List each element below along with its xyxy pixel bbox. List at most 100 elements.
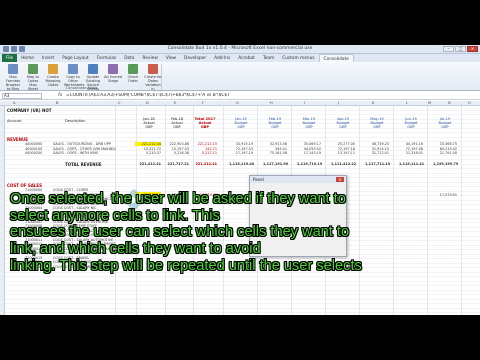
ribbon-button-4[interactable]: Copy to Other Worksheets — [64, 64, 84, 87]
period-header: Jan-18 Actual GBP — [135, 117, 163, 129]
ribbon-button-label: Check Order — [127, 75, 139, 83]
period-header-line3: GBP — [339, 125, 347, 129]
cell-value[interactable]: 222,903.86 — [165, 142, 189, 146]
ribbon-button-2[interactable]: Map to Codes Map Sheet — [24, 64, 42, 91]
cell-value[interactable]: 31,712.41 — [365, 151, 389, 155]
period-header-line3: GBP — [305, 125, 313, 129]
column-header-i[interactable]: I — [304, 101, 305, 105]
fx-icon[interactable]: fx — [58, 93, 62, 98]
account-description: SALES - OOPS - WITH VINS — [53, 151, 99, 155]
account-code: 40000200 — [25, 151, 43, 155]
cell-value[interactable]: 13,197.11 — [331, 151, 355, 155]
cell-value[interactable]: 5,217.11 — [193, 151, 217, 155]
cell-value[interactable]: 21,791.00 — [433, 151, 457, 155]
period-header: Jul-19 Budget GBP — [431, 117, 459, 129]
period-header-line3: GBP — [237, 125, 245, 129]
tab-view[interactable]: View — [162, 54, 180, 62]
column-header-m[interactable]: M — [428, 101, 431, 105]
total-revenue-value: 1,117,711.19 — [365, 162, 391, 166]
ribbon-button-5[interactable]: Update Existing Source Sheets — [84, 64, 102, 91]
cell-value[interactable]: 17,143.19 — [297, 151, 321, 155]
ribbon-button-6[interactable]: Ad Sumed Stage — [104, 64, 122, 83]
maximize-button[interactable]: □ — [455, 46, 466, 52]
total-revenue-value: 1,115,119.40 — [229, 162, 255, 166]
caption-line-5: linking. This step will be repeated unti… — [10, 257, 362, 274]
column-header-l[interactable]: L — [406, 101, 408, 105]
column-header-f[interactable]: F — [202, 101, 204, 105]
cell-value[interactable]: 5,210.37 — [137, 151, 161, 155]
tab-custom-menus[interactable]: Custom menus — [278, 54, 318, 62]
column-header-c[interactable]: C — [118, 101, 120, 105]
period-header-line3: GBP — [200, 125, 210, 129]
cell-value[interactable]: 44,059.92 — [297, 147, 321, 151]
cell-value[interactable]: 5,216.38 — [165, 151, 189, 155]
ribbon-button-label: Map to Codes Map Sheet — [26, 75, 39, 91]
tab-review[interactable]: Review — [139, 54, 162, 62]
account-header: Account — [7, 119, 22, 123]
name-box[interactable]: A3 — [2, 93, 42, 99]
column-header-g[interactable]: G — [236, 101, 239, 105]
tab-acrobat[interactable]: Acrobat — [234, 54, 259, 62]
cell-value[interactable]: 72,197.16 — [331, 147, 355, 151]
cell-value[interactable]: 17,197.19 — [229, 151, 253, 155]
cell-value[interactable]: 33,915.19 — [229, 142, 253, 146]
column-header-d[interactable]: D — [146, 101, 149, 105]
column-header-j[interactable]: J — [338, 101, 339, 105]
column-header-a[interactable]: A — [13, 101, 15, 105]
tab-page-layout[interactable]: Page Layout — [58, 54, 92, 62]
dialog-close-button[interactable]: ✕ — [336, 177, 344, 182]
cell-value[interactable]: 44,191.16 — [399, 142, 423, 146]
period-header-line3: GBP — [373, 125, 381, 129]
cell-value[interactable]: 15,197.53 — [165, 147, 189, 151]
tab-insert[interactable]: Insert — [38, 54, 58, 62]
ribbon-button-3[interactable]: Create Mapping Codes — [44, 64, 62, 87]
tab-add-ins[interactable]: Add-Ins — [210, 54, 234, 62]
column-header-o[interactable]: O — [468, 101, 471, 105]
cell-value[interactable]: 142.71 — [193, 147, 217, 151]
copy-icon — [68, 64, 78, 74]
period-header: Feb-19 Budget GBP — [261, 117, 289, 129]
map-sheet-icon — [28, 64, 38, 74]
total-revenue-value: 221,412.41 — [139, 162, 161, 166]
cell-value[interactable]: 15,221.72 — [137, 147, 161, 151]
tab-team[interactable]: Team — [259, 54, 278, 62]
tab-developer[interactable]: Developer — [180, 54, 210, 62]
formula-input[interactable]: =COUNTIF(A$3:A3,A3)+SUM('COMB'!$C$7:$C$7… — [66, 93, 478, 99]
tab-consolidate[interactable]: Consolidate — [318, 54, 354, 62]
tab-file[interactable]: File — [2, 54, 18, 62]
tab-formulas[interactable]: Formulas — [93, 54, 121, 62]
ribbon-button-label: Update Existing Source Sheets — [86, 75, 100, 91]
total-revenue-value: 221,717.21 — [167, 162, 189, 166]
total-revenue-value: 1,111,412.22 — [331, 162, 357, 166]
ribbon-button-1[interactable]: Map Formats Browser to Files — [4, 64, 22, 91]
cell-value[interactable]: 31,914.15 — [365, 147, 389, 151]
column-header-b[interactable]: B — [56, 101, 58, 105]
close-button[interactable]: ✕ — [467, 46, 478, 52]
title-bar: Consolidate Bud 1x v1.0.4 - Microsoft Ex… — [0, 45, 480, 54]
cell-value[interactable]: 72,197.53 — [229, 147, 253, 151]
column-header-h[interactable]: H — [270, 101, 273, 105]
cell-value[interactable]: 72,197.08 — [399, 147, 423, 151]
total-revenue-value: 1,119,111.41 — [399, 162, 425, 166]
tab-home[interactable]: Home — [17, 54, 38, 62]
ribbon-button-7[interactable]: Check Order — [124, 64, 142, 83]
cell-value[interactable]: 35,069.17 — [297, 142, 321, 146]
company-name: COMPANY (UK) NOT — [7, 108, 52, 113]
cell-value[interactable]: 25,277.00 — [331, 142, 355, 146]
column-header-k[interactable]: K — [372, 101, 374, 105]
column-header-e[interactable]: E — [174, 101, 176, 105]
video-frame: Consolidate Bud 1x v1.0.4 - Microsoft Ex… — [0, 0, 480, 360]
cell-value[interactable]: 221,212.15 — [193, 142, 217, 146]
cell-value[interactable]: 21,316.01 — [399, 151, 423, 155]
cell-value[interactable]: 221,212.34 — [137, 142, 161, 146]
column-header-n[interactable]: N — [448, 101, 451, 105]
cell-value[interactable]: 32,913.56 — [263, 142, 287, 146]
tab-data[interactable]: Data — [120, 54, 138, 62]
minimize-button[interactable]: – — [443, 46, 454, 52]
cell-value[interactable]: 46,739.25 — [365, 142, 389, 146]
period-header: Mar-19 Budget GBP — [295, 117, 323, 129]
cell-value[interactable]: 345.41 — [263, 147, 287, 151]
cell-value[interactable]: 33,368.75 — [433, 142, 457, 146]
cell-value[interactable]: 84,215.42 — [433, 147, 457, 151]
cell-value[interactable]: 75,161.58 — [263, 151, 287, 155]
